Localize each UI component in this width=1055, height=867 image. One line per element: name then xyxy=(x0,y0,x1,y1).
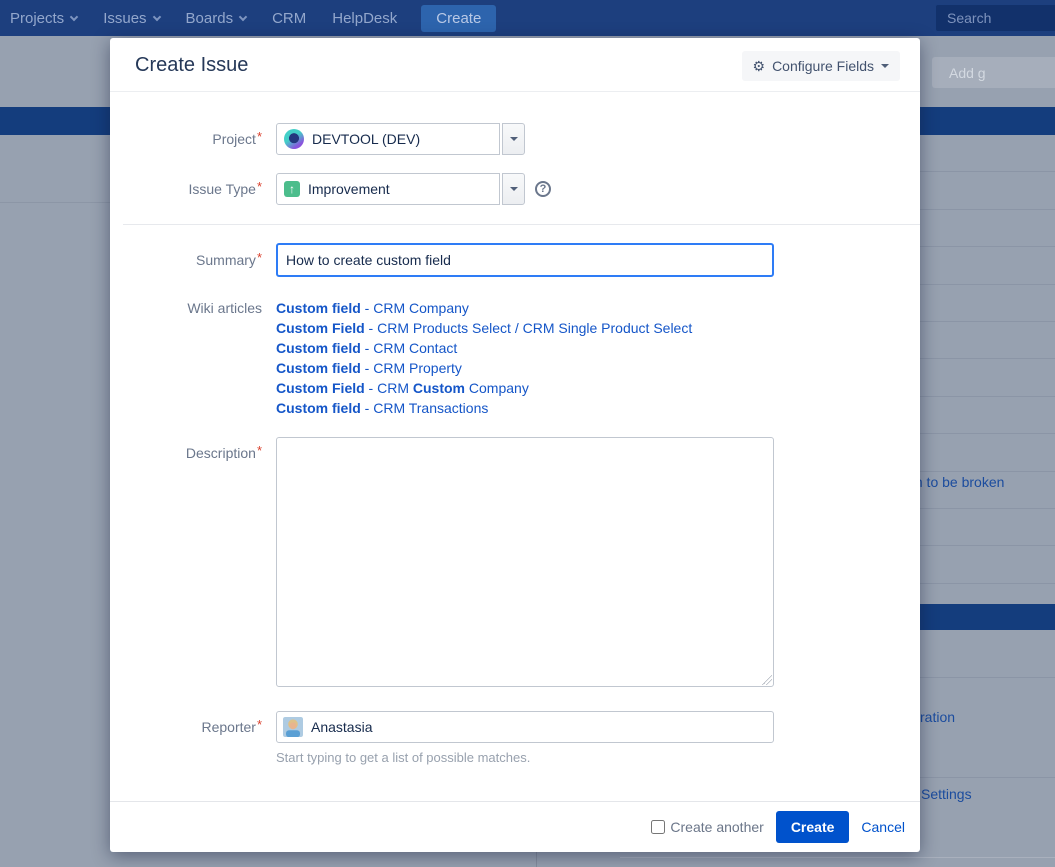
chevron-down-icon xyxy=(239,12,247,20)
wiki-article-link[interactable]: Custom field - CRM Contact xyxy=(276,338,692,358)
wiki-article-link[interactable]: Custom field - CRM Transactions xyxy=(276,398,692,418)
wiki-article-link[interactable]: Custom field - CRM Property xyxy=(276,358,692,378)
background-link: Settings xyxy=(921,786,972,802)
background-link: m to be broken xyxy=(911,474,1004,490)
screen: m to be broken ration Settings Add g Pro… xyxy=(0,0,1055,867)
issue-type-select-value[interactable]: ↑ Improvement xyxy=(276,173,500,205)
form-divider xyxy=(123,224,920,225)
description-label: Description xyxy=(135,437,262,687)
reporter-field-row: Reporter xyxy=(135,711,895,743)
summary-input[interactable] xyxy=(276,243,774,277)
chevron-down-icon xyxy=(152,12,160,20)
dialog-body: Project DEVTOOL (DEV) Issue Type ↑ xyxy=(110,123,920,765)
reporter-input[interactable] xyxy=(311,719,767,735)
dialog-header: Create Issue ⚙ Configure Fields xyxy=(110,38,920,92)
create-another-checkbox[interactable] xyxy=(651,820,665,834)
wiki-articles-label: Wiki articles xyxy=(135,298,262,418)
description-textarea[interactable] xyxy=(276,437,774,687)
reporter-avatar xyxy=(283,717,303,737)
dialog-footer: Create another Create Cancel xyxy=(110,801,920,852)
wiki-article-link[interactable]: Custom Field - CRM Products Select / CRM… xyxy=(276,318,692,338)
issue-type-select[interactable]: ↑ Improvement xyxy=(276,173,525,205)
wiki-article-link[interactable]: Custom Field - CRM Custom Company xyxy=(276,378,692,398)
project-value-text: DEVTOOL (DEV) xyxy=(312,131,420,147)
project-select[interactable]: DEVTOOL (DEV) xyxy=(276,123,525,155)
project-field-row: Project DEVTOOL (DEV) xyxy=(135,123,895,155)
wiki-articles-list: Custom field - CRM CompanyCustom Field -… xyxy=(276,298,692,418)
chevron-down-icon xyxy=(881,64,889,68)
reporter-hint: Start typing to get a list of possible m… xyxy=(276,750,895,765)
chevron-down-icon xyxy=(510,137,518,141)
nav-items: Projects Issues Boards CRM HelpDesk xyxy=(10,10,397,27)
improvement-type-icon: ↑ xyxy=(284,181,300,197)
reporter-label: Reporter xyxy=(135,711,262,743)
nav-item-helpdesk: HelpDesk xyxy=(332,10,397,27)
issue-type-field-row: Issue Type ↑ Improvement ? xyxy=(135,173,895,205)
configure-fields-label: Configure Fields xyxy=(772,58,874,74)
nav-item-issues: Issues xyxy=(103,10,159,27)
help-icon[interactable]: ? xyxy=(535,181,551,197)
top-navbar: Projects Issues Boards CRM HelpDesk Create xyxy=(0,0,1055,36)
nav-create-button: Create xyxy=(421,5,496,32)
chevron-down-icon xyxy=(70,12,78,20)
background-link: ration xyxy=(920,709,955,725)
add-gadget-button: Add g xyxy=(932,57,1055,88)
configure-fields-button[interactable]: ⚙ Configure Fields xyxy=(742,51,901,81)
create-another-option[interactable]: Create another xyxy=(651,819,763,835)
cancel-link[interactable]: Cancel xyxy=(861,819,905,835)
issue-type-value-text: Improvement xyxy=(308,181,390,197)
background-divider xyxy=(0,202,110,203)
chevron-down-icon xyxy=(510,187,518,191)
background-divider xyxy=(620,857,1055,858)
background-divider xyxy=(536,852,537,867)
summary-field-row: Summary xyxy=(135,243,895,277)
reporter-field[interactable] xyxy=(276,711,774,743)
project-dropdown-button[interactable] xyxy=(502,123,525,155)
gear-icon: ⚙ xyxy=(753,59,766,73)
nav-item-crm: CRM xyxy=(272,10,306,27)
create-another-label: Create another xyxy=(670,819,763,835)
project-label: Project xyxy=(135,123,262,155)
nav-item-boards: Boards xyxy=(186,10,247,27)
wiki-article-link[interactable]: Custom field - CRM Company xyxy=(276,298,692,318)
nav-item-projects: Projects xyxy=(10,10,77,27)
project-select-value[interactable]: DEVTOOL (DEV) xyxy=(276,123,500,155)
issue-type-dropdown-button[interactable] xyxy=(502,173,525,205)
create-issue-dialog: Create Issue ⚙ Configure Fields Project … xyxy=(110,38,920,852)
summary-label: Summary xyxy=(135,243,262,277)
wiki-articles-row: Wiki articles Custom field - CRM Company… xyxy=(135,298,895,418)
issue-type-label: Issue Type xyxy=(135,173,262,205)
search-input xyxy=(935,4,1055,32)
description-field-row: Description xyxy=(135,437,895,687)
dialog-title: Create Issue xyxy=(135,54,248,76)
project-avatar-icon xyxy=(284,129,304,149)
create-button[interactable]: Create xyxy=(776,811,850,843)
